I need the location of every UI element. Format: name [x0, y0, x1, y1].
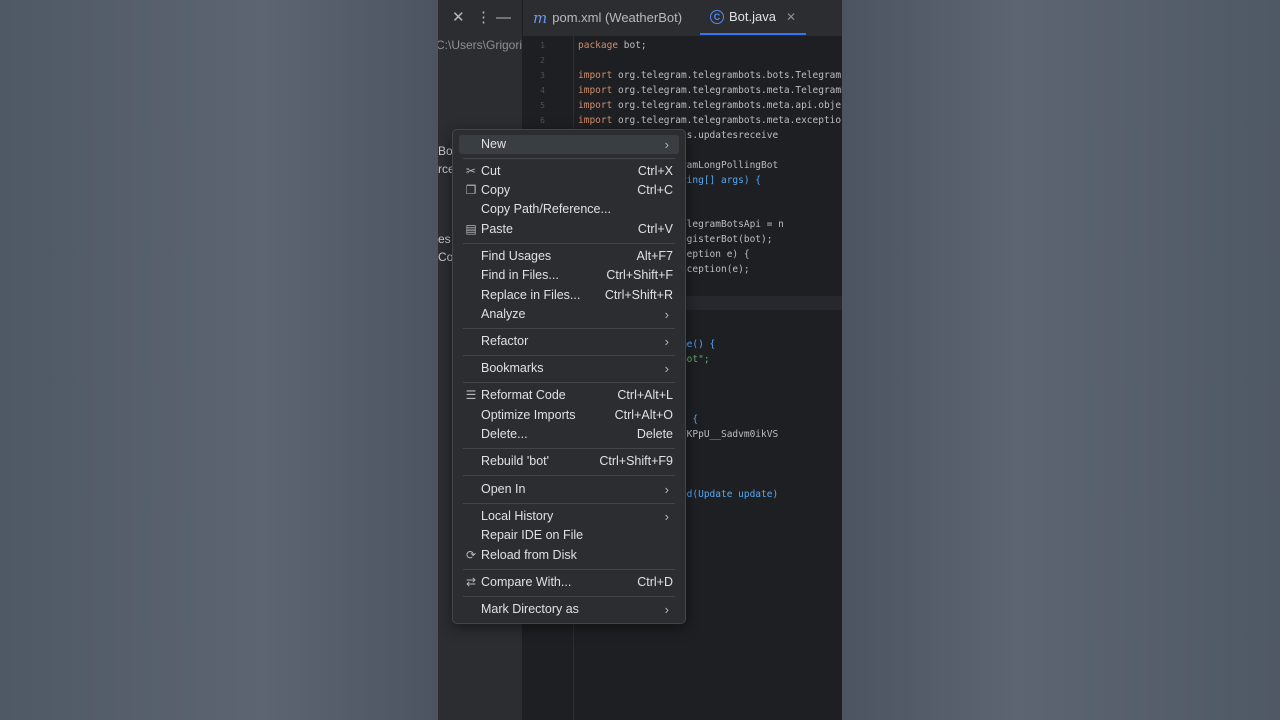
menu-item-reload-from-disk[interactable]: ⟳ Reload from Disk: [459, 546, 679, 565]
menu-separator: [463, 475, 675, 476]
tab-pom-xml[interactable]: m pom.xml (WeatherBot): [533, 0, 682, 35]
code-line: import org.telegram.telegrambots.meta.Te…: [578, 84, 842, 96]
copy-icon: ❐: [465, 183, 477, 197]
menu-item-analyze[interactable]: Analyze ›: [459, 305, 679, 324]
menu-item-delete[interactable]: Delete... Delete: [459, 425, 679, 444]
menu-item-new[interactable]: New ›: [459, 135, 679, 154]
menu-item-replace-in-files[interactable]: Replace in Files... Ctrl+Shift+R: [459, 286, 679, 305]
line-number: 6: [540, 116, 545, 125]
menu-separator: [463, 448, 675, 449]
chevron-right-icon: ›: [664, 334, 669, 349]
line-number: 5: [540, 101, 545, 110]
more-options-icon[interactable]: ⋮: [476, 8, 491, 28]
menu-separator: [463, 243, 675, 244]
tab-label: Bot.java: [729, 9, 776, 24]
code-line: import org.telegram.telegrambots.meta.ap…: [578, 99, 842, 111]
menu-separator: [463, 596, 675, 597]
scissors-icon: ✂: [465, 164, 477, 178]
class-c-icon: C: [710, 9, 724, 24]
chevron-right-icon: ›: [664, 602, 669, 617]
minimize-icon[interactable]: —: [496, 8, 511, 28]
blurred-background-right: [842, 0, 1280, 720]
tab-label: pom.xml (WeatherBot): [552, 10, 683, 25]
chevron-right-icon: ›: [664, 307, 669, 322]
menu-item-bookmarks[interactable]: Bookmarks ›: [459, 359, 679, 378]
project-path: C:\Users\Grigori: [438, 38, 523, 52]
chevron-right-icon: ›: [664, 482, 669, 497]
menu-item-open-in[interactable]: Open In ›: [459, 480, 679, 499]
code-line: import org.telegram.telegrambots.meta.ex…: [578, 114, 842, 126]
menu-item-optimize-imports[interactable]: Optimize Imports Ctrl+Alt+O: [459, 406, 679, 425]
code-line: package bot;: [578, 40, 647, 51]
reformat-icon: ☰: [465, 388, 477, 402]
tab-bot-java[interactable]: C Bot.java ✕: [700, 0, 807, 35]
menu-separator: [463, 569, 675, 570]
menu-separator: [463, 328, 675, 329]
maven-m-icon: m: [533, 8, 548, 27]
close-tab-icon[interactable]: ✕: [786, 10, 796, 24]
menu-item-paste[interactable]: ▤ Paste Ctrl+V: [459, 220, 679, 239]
menu-separator: [463, 355, 675, 356]
line-number: 4: [540, 86, 545, 95]
project-toolbar: ✕ ⋮ —: [438, 0, 522, 36]
menu-separator: [463, 158, 675, 159]
menu-item-local-history[interactable]: Local History ›: [459, 507, 679, 526]
menu-item-find-in-files[interactable]: Find in Files... Ctrl+Shift+F: [459, 266, 679, 285]
line-number: 2: [540, 56, 545, 65]
menu-separator: [463, 382, 675, 383]
compare-icon: ⇄: [465, 575, 477, 589]
line-number: 3: [540, 71, 545, 80]
reload-icon: ⟳: [465, 548, 477, 562]
line-number: 1: [540, 41, 545, 50]
menu-item-reformat-code[interactable]: ☰ Reformat Code Ctrl+Alt+L: [459, 386, 679, 405]
code-line: import org.telegram.telegrambots.bots.Te…: [578, 69, 842, 81]
menu-item-compare-with[interactable]: ⇄ Compare With... Ctrl+D: [459, 573, 679, 592]
menu-item-copy[interactable]: ❐ Copy Ctrl+C: [459, 181, 679, 200]
blurred-background-left: [0, 0, 438, 720]
chevron-right-icon: ›: [664, 137, 669, 152]
menu-item-copy-path[interactable]: Copy Path/Reference...: [459, 200, 679, 219]
menu-item-refactor[interactable]: Refactor ›: [459, 332, 679, 351]
paste-icon: ▤: [465, 222, 477, 236]
context-menu: New › ✂ Cut Ctrl+X ❐ Copy Ctrl+C Copy Pa…: [452, 129, 686, 624]
menu-item-cut[interactable]: ✂ Cut Ctrl+X: [459, 162, 679, 181]
editor-tab-bar: m pom.xml (WeatherBot) C Bot.java ✕: [523, 0, 842, 37]
project-tree-fragment[interactable]: Bo: [438, 144, 453, 158]
menu-item-repair-ide[interactable]: Repair IDE on File: [459, 526, 679, 545]
menu-item-find-usages[interactable]: Find Usages Alt+F7: [459, 247, 679, 266]
chevron-right-icon: ›: [664, 509, 669, 524]
menu-item-rebuild[interactable]: Rebuild 'bot' Ctrl+Shift+F9: [459, 452, 679, 471]
menu-separator: [463, 503, 675, 504]
collapse-all-icon[interactable]: ✕: [452, 8, 465, 28]
project-tree-fragment[interactable]: es: [438, 232, 451, 246]
chevron-right-icon: ›: [664, 361, 669, 376]
menu-item-mark-directory[interactable]: Mark Directory as ›: [459, 600, 679, 619]
